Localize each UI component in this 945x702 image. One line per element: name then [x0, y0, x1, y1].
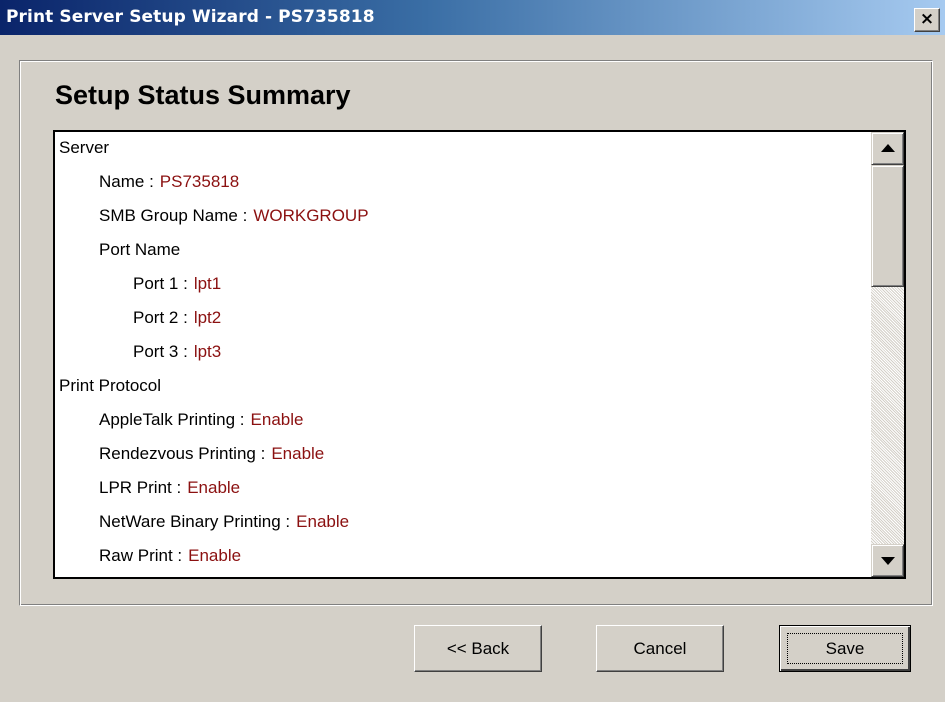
row-label: Server: [59, 138, 110, 157]
row-label: LPR Print :: [99, 478, 182, 497]
row-label: Raw Print :: [99, 546, 183, 565]
scrollbar-thumb[interactable]: [871, 165, 904, 287]
row-label: Port 3 :: [133, 342, 188, 361]
summary-row-netware: NetWare Binary Printing : Enable: [99, 511, 349, 533]
window-title: Print Server Setup Wizard - PS735818: [6, 7, 375, 27]
row-label: SMB Group Name :: [99, 206, 248, 225]
summary-row-rendezvous: Rendezvous Printing : Enable: [99, 443, 324, 465]
summary-content: Server Name : PS735818 SMB Group Name : WO…: [55, 132, 871, 577]
row-value: Enable: [188, 546, 242, 565]
row-value: PS735818: [159, 172, 240, 191]
scroll-down-button[interactable]: [871, 544, 904, 577]
cancel-button[interactable]: Cancel: [596, 625, 724, 672]
row-value: lpt1: [193, 274, 222, 293]
arrow-up-icon: [881, 144, 895, 152]
summary-row-port-1: Port 1 : lpt1: [133, 273, 221, 295]
row-label: Name :: [99, 172, 154, 191]
summary-row-port-3: Port 3 : lpt3: [133, 341, 221, 363]
row-label: AppleTalk Printing :: [99, 410, 245, 429]
summary-row-lpr: LPR Print : Enable: [99, 477, 240, 499]
row-value: Enable: [250, 410, 304, 429]
summary-list-box[interactable]: Server Name : PS735818 SMB Group Name : WO…: [53, 130, 906, 579]
close-button[interactable]: ×: [914, 8, 940, 32]
row-value: Enable: [271, 444, 325, 463]
summary-row-print-protocol: Print Protocol: [59, 375, 161, 397]
summary-row-smb-group: SMB Group Name : WORKGROUP: [99, 205, 369, 227]
row-value: lpt3: [193, 342, 222, 361]
row-label: Rendezvous Printing :: [99, 444, 266, 463]
save-button-label: Save: [825, 639, 865, 658]
row-value: lpt2: [193, 308, 222, 327]
row-label: Port 2 :: [133, 308, 188, 327]
vertical-scrollbar[interactable]: [871, 132, 904, 577]
wizard-window: Print Server Setup Wizard - PS735818 × S…: [0, 0, 945, 702]
row-label: Port Name: [99, 240, 181, 259]
row-value: WORKGROUP: [253, 206, 369, 225]
row-label: Print Protocol: [59, 376, 162, 395]
summary-row-raw-print: Raw Print : Enable: [99, 545, 241, 567]
row-value: Enable: [296, 512, 350, 531]
summary-row-appletalk: AppleTalk Printing : Enable: [99, 409, 303, 431]
summary-row-port-name: Port Name: [99, 239, 180, 261]
summary-row-server: Server: [59, 137, 109, 159]
summary-row-port-2: Port 2 : lpt2: [133, 307, 221, 329]
page-heading: Setup Status Summary: [55, 80, 351, 110]
row-label: NetWare Binary Printing :: [99, 512, 291, 531]
close-icon: ×: [919, 9, 935, 29]
row-label: Port 1 :: [133, 274, 188, 293]
title-bar[interactable]: Print Server Setup Wizard - PS735818 ×: [0, 0, 945, 35]
arrow-down-icon: [881, 557, 895, 565]
row-value: Enable: [187, 478, 241, 497]
scroll-up-button[interactable]: [871, 132, 904, 165]
summary-row-name: Name : PS735818: [99, 171, 239, 193]
save-button[interactable]: Save: [779, 625, 911, 672]
back-button[interactable]: << Back: [414, 625, 542, 672]
